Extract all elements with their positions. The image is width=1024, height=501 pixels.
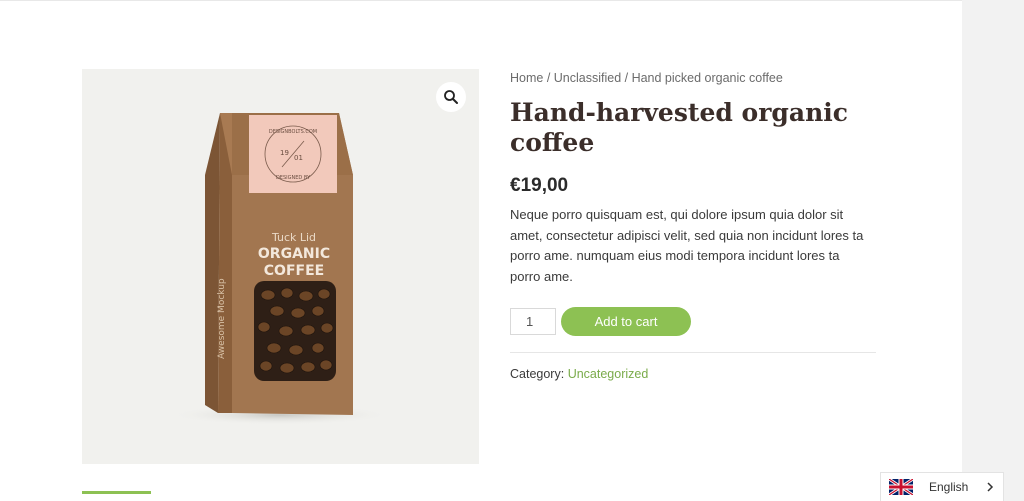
product-price: €19,00: [510, 175, 569, 196]
category-link[interactable]: Uncategorized: [568, 367, 649, 381]
top-border: [0, 0, 1024, 1]
breadcrumb-home-link[interactable]: Home: [510, 71, 543, 85]
category-label: Category:: [510, 367, 565, 381]
zoom-button[interactable]: [436, 82, 466, 112]
bag-label-line1: Tuck Lid: [271, 231, 316, 244]
meta-divider: [510, 352, 876, 353]
language-switcher[interactable]: English: [880, 472, 1004, 501]
active-tab-indicator: [82, 491, 151, 494]
quantity-input[interactable]: [510, 308, 556, 335]
seal-bottom-text: DESIGNED BY: [276, 175, 311, 181]
breadcrumb-separator: /: [543, 71, 554, 85]
breadcrumb-separator: /: [621, 71, 632, 85]
seal-year-right: 01: [294, 154, 303, 162]
chevron-right-icon: [987, 482, 994, 492]
product-image[interactable]: 19 01 DESIGNBOLTS.COM DESIGNED BY Tuck L…: [82, 69, 479, 464]
breadcrumb: Home / Unclassified / Hand picked organi…: [510, 71, 783, 85]
product-title: Hand-harvested organic coffee: [510, 98, 848, 157]
bag-label-line3: COFFEE: [264, 263, 324, 279]
add-to-cart-button[interactable]: Add to cart: [561, 307, 691, 336]
bag-side-text: Awesome Mockup: [217, 278, 227, 359]
product-description: Neque porro quisquam est, qui dolore ips…: [510, 207, 864, 284]
seal-year-left: 19: [280, 149, 289, 157]
seal-top-text: DESIGNBOLTS.COM: [269, 129, 317, 135]
product-category: Category: Uncategorized: [510, 367, 648, 381]
language-label: English: [929, 480, 969, 494]
bag-label-line2: ORGANIC: [258, 246, 330, 262]
breadcrumb-current: Hand picked organic coffee: [631, 71, 783, 85]
magnifier-icon: [444, 90, 458, 104]
coffee-bag-illustration: 19 01 DESIGNBOLTS.COM DESIGNED BY Tuck L…: [170, 113, 390, 425]
uk-flag-icon: [889, 479, 913, 495]
right-gutter: [962, 0, 1024, 501]
breadcrumb-category-link[interactable]: Unclassified: [554, 71, 621, 85]
